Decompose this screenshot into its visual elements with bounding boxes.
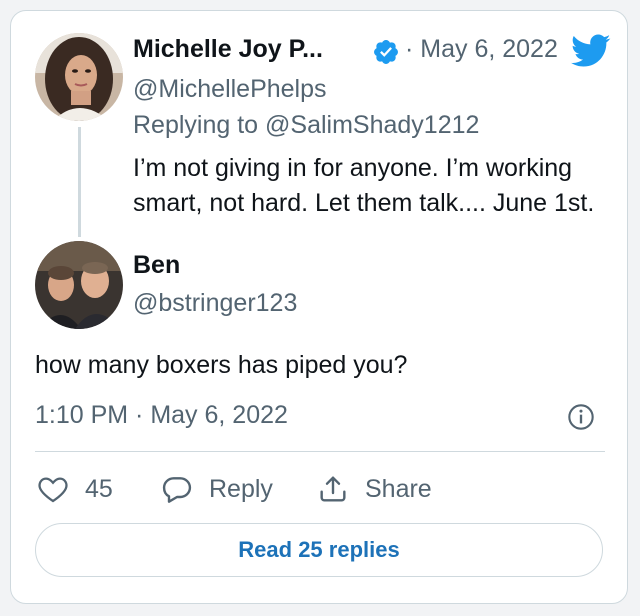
replying-to-line: Replying to @SalimShady1212 (133, 111, 479, 140)
like-count: 45 (85, 474, 113, 503)
reply-button[interactable]: Reply (161, 471, 273, 507)
heart-icon (38, 477, 68, 503)
tweet-date[interactable]: · May 6, 2022 (405, 35, 558, 64)
reply-timestamp[interactable]: 1:10 PM · May 6, 2022 (35, 401, 288, 430)
tweet-text-line-1: I’m not giving in for anyone. I’m workin… (133, 154, 573, 182)
ben-avatar[interactable] (35, 241, 123, 329)
reply-bubble-icon (162, 477, 192, 503)
share-label: Share (365, 474, 432, 503)
verified-badge-icon (374, 40, 398, 64)
reply-text: how many boxers has piped you? (35, 351, 408, 379)
author-handle[interactable]: @MichellePhelps (133, 75, 327, 104)
reply-label: Reply (209, 474, 273, 503)
thread-connector-line (78, 127, 81, 237)
tweet-text: I’m not giving in for anyone. I’m workin… (133, 151, 613, 221)
divider (35, 451, 605, 452)
tweet-text-line-2: smart, not hard. Let them talk.... June … (133, 189, 595, 217)
share-button[interactable]: Share (317, 471, 432, 507)
like-button[interactable]: 45 (37, 471, 113, 507)
tweet-card: Michelle Joy P... · May 6, 2022 @Michell… (10, 10, 628, 604)
twitter-bird-icon[interactable] (571, 34, 611, 68)
reply-author-name[interactable]: Ben (133, 251, 180, 280)
read-replies-button[interactable]: Read 25 replies (35, 523, 603, 577)
author-name[interactable]: Michelle Joy P... (133, 35, 323, 64)
replying-to-handle[interactable]: @SalimShady1212 (265, 111, 479, 139)
reply-author-handle[interactable]: @bstringer123 (133, 289, 297, 318)
michelle-avatar[interactable] (35, 33, 123, 121)
share-upload-icon (320, 476, 346, 502)
replying-to-prefix: Replying to (133, 111, 266, 139)
info-icon[interactable] (567, 403, 595, 431)
